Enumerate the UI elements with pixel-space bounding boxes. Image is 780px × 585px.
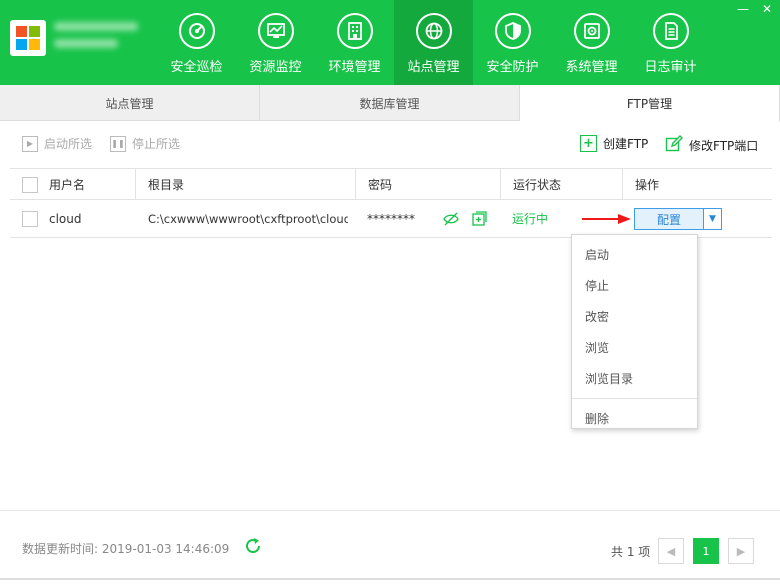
hide-password-icon[interactable] bbox=[443, 200, 461, 237]
row-checkbox[interactable] bbox=[22, 210, 38, 227]
copy-password-icon[interactable] bbox=[472, 200, 490, 237]
nav-item-resource-monitor[interactable]: 资源监控 bbox=[236, 0, 315, 85]
start-selected-button[interactable]: ▶ 启动所选 bbox=[22, 135, 92, 152]
footer-divider bbox=[0, 510, 780, 511]
menu-item-change-password[interactable]: 改密 bbox=[572, 301, 697, 332]
tab-database-management[interactable]: 数据库管理 bbox=[260, 85, 520, 121]
page-button-1[interactable]: 1 bbox=[693, 538, 719, 564]
data-update-time: 数据更新时间: 2019-01-03 14:46:09 bbox=[22, 542, 230, 556]
nav-label: 日志审计 bbox=[644, 60, 697, 75]
next-page-button[interactable]: ▶ bbox=[728, 538, 754, 564]
prev-page-button[interactable]: ◀ bbox=[658, 538, 684, 564]
bottom-border bbox=[0, 578, 780, 580]
nav-item-site-management[interactable]: 站点管理 bbox=[394, 0, 473, 85]
config-split-button: 配置 ▼ bbox=[634, 208, 722, 230]
tab-ftp-management[interactable]: FTP管理 bbox=[520, 85, 780, 122]
tab-site-management[interactable]: 站点管理 bbox=[0, 85, 260, 121]
edit-icon bbox=[665, 135, 683, 156]
menu-item-browse-directory[interactable]: 浏览目录 bbox=[572, 363, 697, 394]
column-header-username[interactable]: 用户名 bbox=[37, 169, 135, 200]
app-logo-icon bbox=[10, 20, 46, 56]
nav-item-security-scan[interactable]: 安全巡检 bbox=[157, 0, 236, 85]
window-controls: — ✕ bbox=[736, 2, 774, 16]
tab-bar: 站点管理 数据库管理 FTP管理 bbox=[0, 85, 780, 122]
column-header-actions: 操作 bbox=[622, 169, 772, 200]
stop-selected-label: 停止所选 bbox=[132, 137, 181, 151]
username-cell: cloud bbox=[49, 211, 82, 226]
minimize-button[interactable]: — bbox=[736, 2, 750, 16]
gear-icon bbox=[573, 13, 610, 49]
add-icon: + bbox=[580, 135, 597, 152]
table-header: 用户名 根目录 密码 运行状态 操作 bbox=[10, 168, 772, 200]
security-scan-icon bbox=[178, 13, 215, 49]
create-ftp-label: 创建FTP bbox=[603, 137, 649, 151]
main-nav: 安全巡检 资源监控 环境管理 站点管理 安全防护 系统管理 日志审计 bbox=[157, 0, 710, 85]
nav-item-log-audit[interactable]: 日志审计 bbox=[631, 0, 710, 85]
nav-label: 站点管理 bbox=[407, 60, 460, 75]
globe-icon bbox=[415, 13, 452, 49]
document-icon bbox=[652, 13, 689, 49]
status-running: 运行中 bbox=[512, 212, 549, 226]
chevron-down-icon[interactable]: ▼ bbox=[703, 209, 721, 229]
row-select-cell bbox=[22, 200, 42, 237]
red-arrow-annotation bbox=[580, 200, 634, 237]
nav-label: 环境管理 bbox=[328, 60, 381, 75]
nav-label: 资源监控 bbox=[249, 60, 302, 75]
create-ftp-button[interactable]: + 创建FTP bbox=[580, 135, 648, 152]
stop-selected-button[interactable]: ❚❚ 停止所选 bbox=[110, 135, 180, 152]
ftp-table: 用户名 根目录 密码 运行状态 操作 cloud C:\cxwww\wwwroo… bbox=[10, 168, 772, 238]
menu-item-browse[interactable]: 浏览 bbox=[572, 332, 697, 363]
nav-item-system-management[interactable]: 系统管理 bbox=[552, 0, 631, 85]
column-header-password[interactable]: 密码 bbox=[355, 169, 500, 200]
menu-divider bbox=[572, 398, 697, 399]
total-count: 共 1 项 bbox=[611, 545, 651, 559]
nav-label: 系统管理 bbox=[565, 60, 618, 75]
close-button[interactable]: ✕ bbox=[760, 2, 774, 16]
nav-label: 安全巡检 bbox=[170, 60, 223, 75]
refresh-icon[interactable] bbox=[244, 537, 262, 555]
monitor-chart-icon bbox=[257, 13, 294, 49]
modify-ftp-port-label: 修改FTP端口 bbox=[689, 139, 759, 153]
menu-item-delete[interactable]: 删除 bbox=[572, 403, 697, 434]
toolbar: ▶ 启动所选 ❚❚ 停止所选 + 创建FTP 修改FTP端口 bbox=[0, 130, 780, 160]
play-icon: ▶ bbox=[22, 135, 38, 152]
password-cell: ******** bbox=[367, 211, 415, 226]
brand-name-blurred bbox=[54, 22, 144, 56]
action-dropdown-menu: 启动 停止 改密 浏览 浏览目录 删除 bbox=[571, 234, 698, 429]
building-icon bbox=[336, 13, 373, 49]
config-button[interactable]: 配置 bbox=[635, 209, 703, 229]
nav-item-security-protection[interactable]: 安全防护 bbox=[473, 0, 552, 85]
select-all-checkbox[interactable] bbox=[22, 176, 38, 193]
menu-item-stop[interactable]: 停止 bbox=[572, 270, 697, 301]
shield-icon bbox=[494, 13, 531, 49]
root-directory-cell: C:\cxwww\wwwroot\cxftproot\cloud bbox=[148, 211, 348, 226]
start-selected-label: 启动所选 bbox=[44, 137, 93, 151]
app-header: — ✕ 安全巡检 资源监控 环境管理 站点管理 安全防护 系统管理 日志审计 bbox=[0, 0, 780, 85]
nav-label: 安全防护 bbox=[486, 60, 539, 75]
column-header-root[interactable]: 根目录 bbox=[135, 169, 355, 200]
nav-item-environment[interactable]: 环境管理 bbox=[315, 0, 394, 85]
pause-icon: ❚❚ bbox=[110, 135, 126, 152]
modify-ftp-port-button[interactable]: 修改FTP端口 bbox=[665, 135, 758, 156]
menu-item-start[interactable]: 启动 bbox=[572, 239, 697, 270]
column-header-status[interactable]: 运行状态 bbox=[500, 169, 622, 200]
